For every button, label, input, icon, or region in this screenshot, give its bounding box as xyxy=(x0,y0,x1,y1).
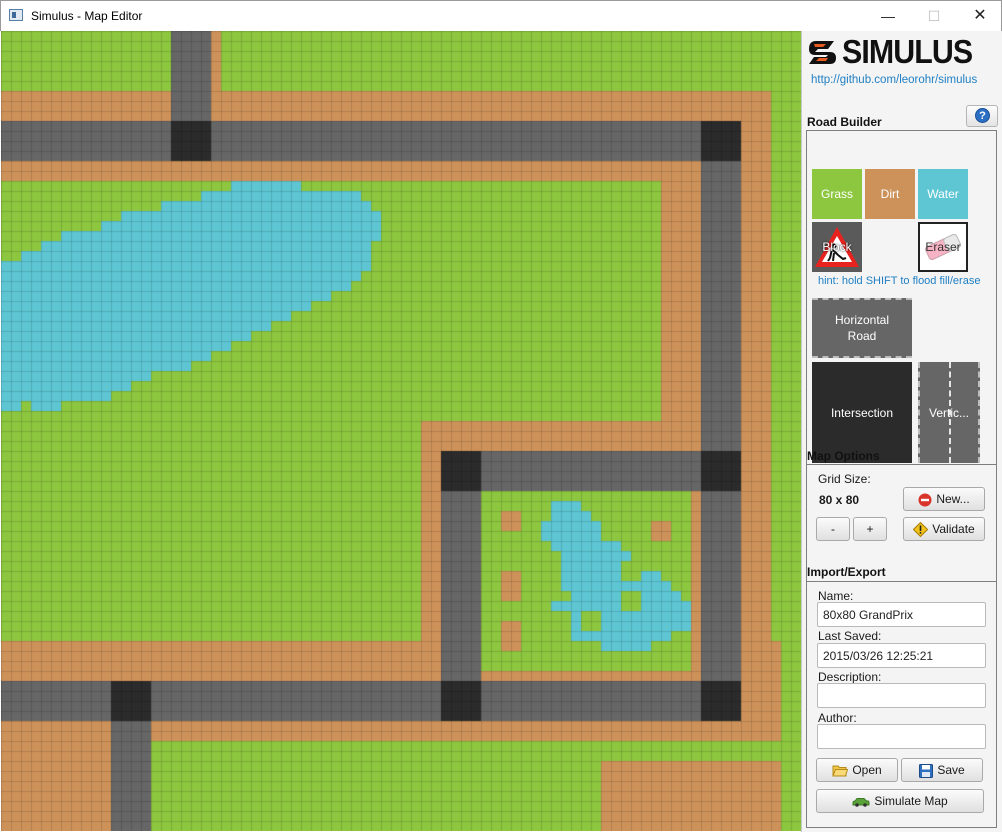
description-field[interactable] xyxy=(817,683,986,708)
water-tile-label: Water xyxy=(927,187,959,201)
new-map-button[interactable]: New... xyxy=(903,487,985,511)
vertical-road-tile[interactable]: Vertic... xyxy=(918,362,980,463)
name-field[interactable] xyxy=(817,602,986,627)
help-icon: ? xyxy=(975,108,990,123)
save-label: Save xyxy=(937,763,965,777)
block-tile-label: Block xyxy=(822,240,852,254)
decrease-grid-button[interactable]: - xyxy=(816,517,850,541)
simulate-map-button[interactable]: Simulate Map xyxy=(816,789,984,813)
author-label: Author: xyxy=(818,711,857,725)
floppy-disk-icon xyxy=(919,763,934,778)
grass-tile-label: Grass xyxy=(820,187,853,201)
help-button[interactable]: ? xyxy=(966,105,998,127)
road-builder-title: Road Builder xyxy=(807,115,882,129)
author-field[interactable] xyxy=(817,724,986,749)
map-grid-canvas[interactable] xyxy=(1,31,801,831)
map-canvas-area[interactable] xyxy=(1,31,801,831)
folder-icon xyxy=(832,765,849,777)
logo-mark-icon xyxy=(809,41,836,64)
github-link[interactable]: http://github.com/leorohr/simulus xyxy=(811,74,977,86)
new-map-label: New... xyxy=(936,492,970,506)
vertical-road-label: Vertic... xyxy=(928,405,969,420)
car-icon xyxy=(852,797,870,807)
logo-text: SIMULUS xyxy=(842,33,973,70)
open-label: Open xyxy=(852,763,882,777)
increase-grid-button[interactable]: + xyxy=(853,517,887,541)
simulate-map-label: Simulate Map xyxy=(874,794,948,808)
last-saved-field[interactable] xyxy=(817,643,986,668)
open-button[interactable]: Open xyxy=(816,758,898,782)
close-button[interactable]: ✕ xyxy=(957,1,1002,31)
window-title: Simulus - Map Editor xyxy=(31,9,143,23)
grid-size-label: Grid Size: xyxy=(818,472,871,486)
horizontal-road-tile[interactable]: Horizontal Road xyxy=(812,298,912,358)
last-saved-label: Last Saved: xyxy=(818,629,882,643)
import-export-title: Import/Export xyxy=(807,565,886,579)
minimize-button[interactable]: — xyxy=(865,1,911,31)
no-entry-icon xyxy=(918,493,932,507)
water-tile[interactable]: Water xyxy=(918,169,968,219)
maximize-button[interactable]: ☐ xyxy=(911,1,957,31)
name-label: Name: xyxy=(818,589,854,603)
app-icon xyxy=(9,9,23,21)
flood-fill-hint: hint: hold SHIFT to flood fill/erase xyxy=(818,275,981,287)
eraser-tile[interactable]: Eraser xyxy=(918,222,968,272)
simulus-logo: SIMULUS xyxy=(806,35,998,69)
horizontal-road-label: Horizontal Road xyxy=(834,313,890,343)
title-bar: Simulus - Map Editor — ☐ ✕ xyxy=(0,0,1002,31)
block-tile[interactable]: Block xyxy=(812,222,862,272)
map-options-title: Map Options xyxy=(807,449,880,463)
warning-icon xyxy=(913,522,929,538)
save-button[interactable]: Save xyxy=(901,758,983,782)
dirt-tile[interactable]: Dirt xyxy=(865,169,915,219)
editor-panel: SIMULUS http://github.com/leorohr/simulu… xyxy=(801,31,1002,832)
eraser-tile-label: Eraser xyxy=(925,240,961,254)
intersection-label: Intersection xyxy=(830,405,894,420)
validate-label: Validate xyxy=(932,522,975,536)
description-label: Description: xyxy=(818,670,882,684)
grid-size-value: 80 x 80 xyxy=(819,493,860,507)
intersection-tile[interactable]: Intersection xyxy=(812,362,912,463)
validate-button[interactable]: Validate xyxy=(903,517,985,541)
grass-tile[interactable]: Grass xyxy=(812,169,862,219)
dirt-tile-label: Dirt xyxy=(880,187,900,201)
